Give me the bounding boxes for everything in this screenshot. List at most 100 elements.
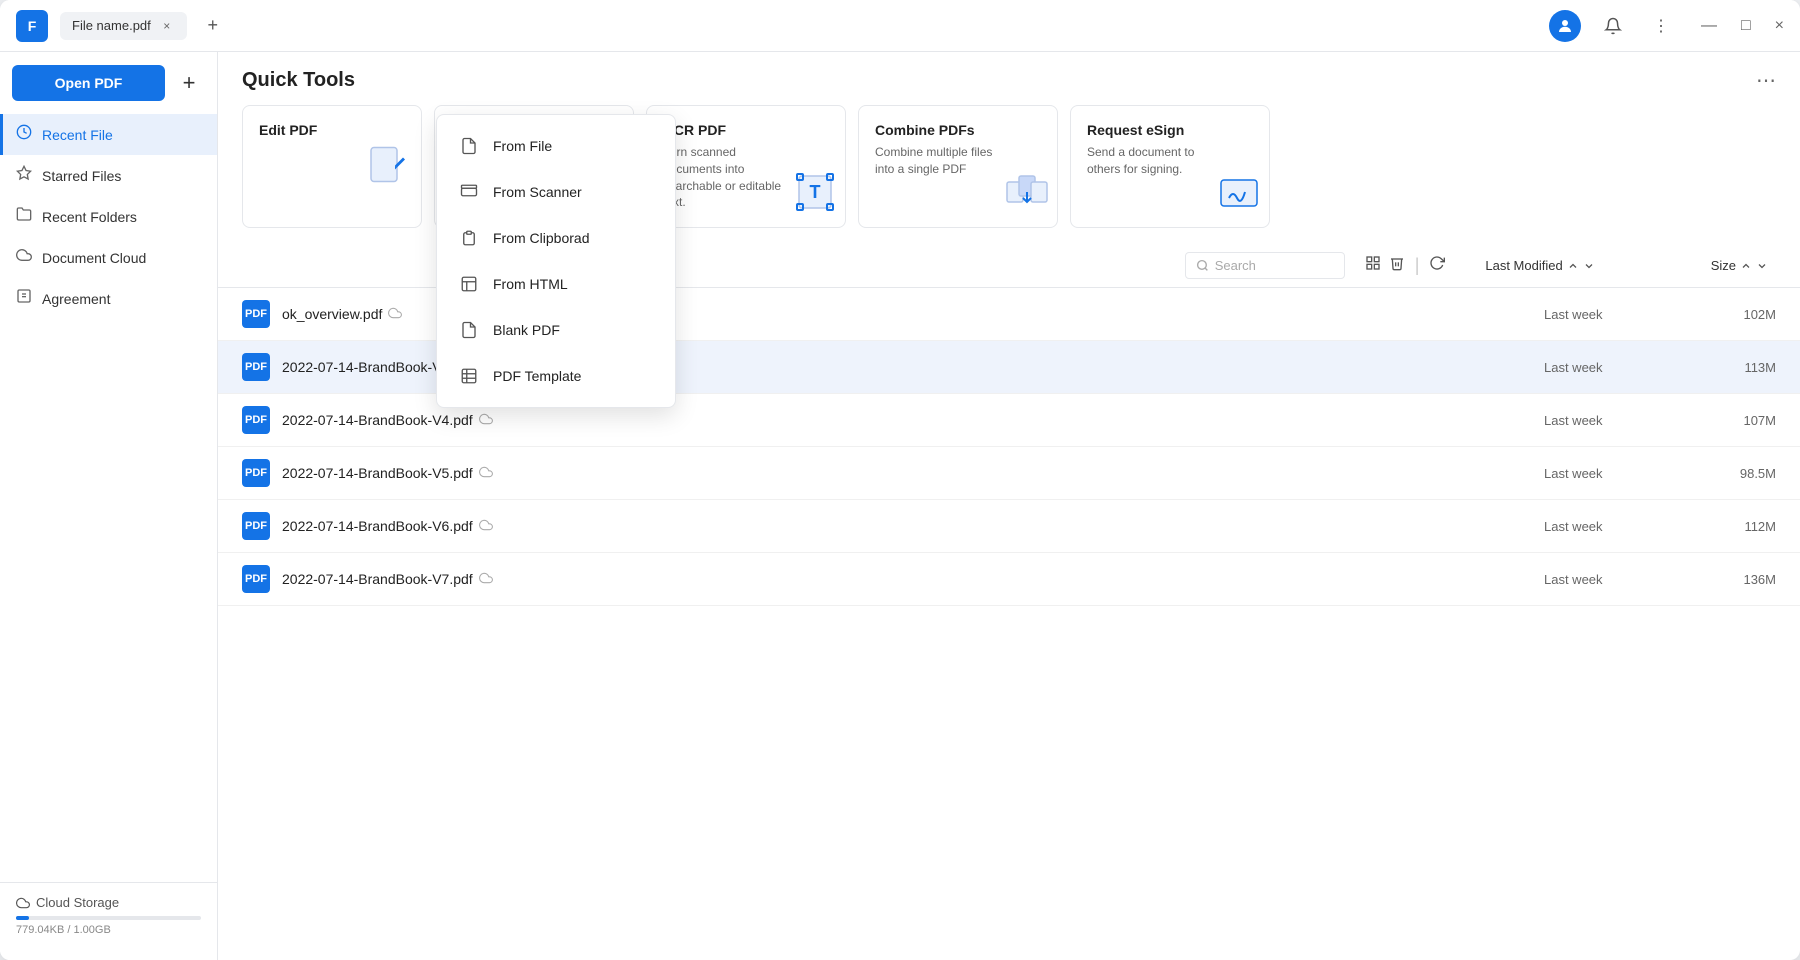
file-size: 102M [1696, 307, 1776, 322]
dropdown-item-icon [457, 364, 481, 388]
dropdown-item-from-clipboard[interactable]: From Clipborad [437, 215, 675, 261]
view-toggle-btn[interactable] [1365, 255, 1381, 276]
sidebar-item-starred-files[interactable]: Starred Files [0, 155, 217, 196]
file-row[interactable]: PDF 2022-07-14-BrandBook-V6.pdf Last wee… [218, 500, 1800, 553]
file-date: Last week [1544, 572, 1684, 587]
dropdown-item-pdf-template[interactable]: PDF Template [437, 353, 675, 399]
sidebar-item-agreement[interactable]: Agreement [0, 278, 217, 319]
sidebar-item-document-cloud[interactable]: Document Cloud [0, 237, 217, 278]
sidebar-footer: Cloud Storage 779.04KB / 1.00GB [0, 882, 217, 948]
tool-title: OCR PDF [663, 122, 829, 138]
recent-file-icon [16, 124, 32, 145]
sidebar-item-recent-folders[interactable]: Recent Folders [0, 196, 217, 237]
dropdown-item-blank-pdf[interactable]: Blank PDF [437, 307, 675, 353]
tool-desc: Send a document to others for signing. [1087, 144, 1217, 178]
tool-card-combine-pdfs[interactable]: Combine PDFs Combine multiple files into… [858, 105, 1058, 228]
tool-card-request-esign[interactable]: Request eSign Send a document to others … [1070, 105, 1270, 228]
sidebar-item-label: Document Cloud [42, 250, 146, 266]
more-options-btn[interactable]: ⋮ [1645, 10, 1677, 42]
dropdown-item-label: From Clipborad [493, 230, 589, 246]
new-tab-btn[interactable]: + [199, 12, 227, 40]
storage-detail: 779.04KB / 1.00GB [16, 924, 201, 936]
file-row[interactable]: PDF 2022-07-14-BrandBook-V5.pdf Last wee… [218, 447, 1800, 500]
agreement-icon [16, 288, 32, 309]
dropdown-item-icon [457, 318, 481, 342]
dropdown-item-label: Blank PDF [493, 322, 560, 338]
quick-tools-more-btn[interactable]: ⋯ [1756, 68, 1776, 93]
quick-tools-title: Quick Tools [242, 69, 355, 92]
dropdown-item-label: PDF Template [493, 368, 581, 384]
cloud-sync-icon [479, 518, 493, 535]
cloud-sync-icon [479, 571, 493, 588]
refresh-btn[interactable] [1429, 255, 1445, 276]
file-icon: PDF [242, 512, 270, 540]
notification-btn[interactable] [1597, 10, 1629, 42]
file-size: 98.5M [1696, 466, 1776, 481]
file-size: 113M [1696, 360, 1776, 375]
create-new-dropdown: From File From Scanner From Clipborad Fr… [436, 114, 676, 408]
sidebar-item-label: Agreement [42, 291, 110, 307]
tool-card-ocr-pdf[interactable]: OCR PDF Turn scanned documents into sear… [646, 105, 846, 228]
minimize-btn[interactable]: — [1701, 17, 1717, 35]
sort-size-btn[interactable]: Size [1703, 254, 1776, 277]
tab-label: File name.pdf [72, 18, 151, 33]
file-date: Last week [1544, 466, 1684, 481]
close-btn[interactable]: × [1775, 17, 1784, 35]
dropdown-item-icon [457, 272, 481, 296]
file-size: 136M [1696, 572, 1776, 587]
dropdown-item-label: From Scanner [493, 184, 582, 200]
tab-close-btn[interactable]: × [159, 18, 175, 34]
toolbar-icons: | [1365, 255, 1446, 276]
file-size: 107M [1696, 413, 1776, 428]
tool-title: Edit PDF [259, 122, 405, 138]
cloud-sync-icon [479, 465, 493, 482]
dropdown-item-from-scanner[interactable]: From Scanner [437, 169, 675, 215]
sidebar-item-label: Recent File [42, 127, 113, 143]
svg-text:T: T [810, 182, 821, 202]
file-icon: PDF [242, 406, 270, 434]
file-name: 2022-07-14-BrandBook-V6.pdf [282, 518, 1532, 535]
file-name: 2022-07-14-BrandBook-V7.pdf [282, 571, 1532, 588]
dropdown-item-label: From HTML [493, 276, 568, 292]
file-name: 2022-07-14-BrandBook-V5.pdf [282, 465, 1532, 482]
file-name: 2022-07-14-BrandBook-V4.pdf [282, 412, 1532, 429]
file-icon: PDF [242, 459, 270, 487]
file-date: Last week [1544, 413, 1684, 428]
cloud-icon [16, 247, 32, 268]
dropdown-item-label: From File [493, 138, 552, 154]
storage-bar-fill [16, 916, 29, 920]
dropdown-item-icon [457, 134, 481, 158]
file-row[interactable]: PDF 2022-07-14-BrandBook-V7.pdf Last wee… [218, 553, 1800, 606]
search-placeholder: Search [1215, 258, 1256, 273]
toolbar-divider: | [1415, 255, 1420, 276]
sidebar-item-label: Recent Folders [42, 209, 137, 225]
sidebar: Open PDF + Recent File Starred Files [0, 52, 218, 960]
search-box[interactable]: Search [1185, 252, 1345, 279]
tool-card-edit-pdf[interactable]: Edit PDF [242, 105, 422, 228]
quick-tools-header: Quick Tools ⋯ [218, 52, 1800, 105]
maximize-btn[interactable]: □ [1741, 17, 1751, 35]
storage-label: Cloud Storage [16, 895, 201, 910]
user-avatar[interactable] [1549, 10, 1581, 42]
titlebar-actions: ⋮ — □ × [1549, 10, 1784, 42]
file-date: Last week [1544, 519, 1684, 534]
sidebar-item-label: Starred Files [42, 168, 121, 184]
file-icon: PDF [242, 353, 270, 381]
delete-btn[interactable] [1389, 255, 1405, 276]
sidebar-item-recent-file[interactable]: Recent File [0, 114, 217, 155]
dropdown-item-icon [457, 226, 481, 250]
main-content: Quick Tools ⋯ Edit PDF [218, 52, 1800, 960]
file-tab[interactable]: File name.pdf × [60, 12, 187, 40]
tool-desc: Combine multiple files into a single PDF [875, 144, 1005, 178]
add-new-button[interactable]: + [173, 64, 205, 102]
open-pdf-button[interactable]: Open PDF [12, 65, 165, 101]
dropdown-item-from-file[interactable]: From File [437, 123, 675, 169]
cloud-sync-icon [479, 412, 493, 429]
sort-modified-btn[interactable]: Last Modified [1477, 254, 1602, 277]
file-icon: PDF [242, 565, 270, 593]
dropdown-item-from-html[interactable]: From HTML [437, 261, 675, 307]
titlebar: F File name.pdf × + ⋮ — □ × [0, 0, 1800, 52]
tool-title: Request eSign [1087, 122, 1253, 138]
app-logo: F [16, 10, 48, 42]
file-date: Last week [1544, 307, 1684, 322]
